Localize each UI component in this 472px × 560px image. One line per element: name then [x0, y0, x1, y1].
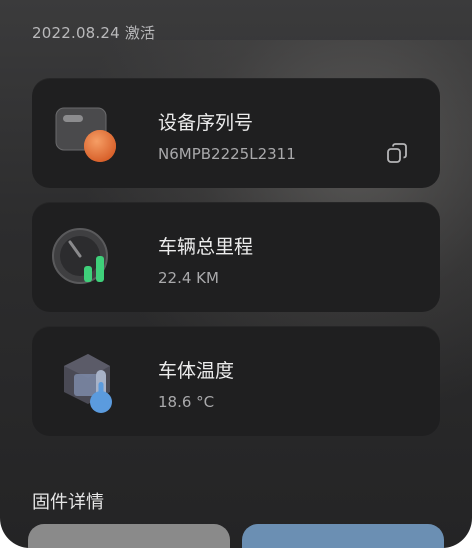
mileage-value: 22.4 KM — [158, 269, 219, 287]
activation-date-text: 2022.08.24 激活 — [32, 24, 156, 42]
serial-number-value: N6MPB2225L2311 — [158, 145, 296, 163]
copy-icon[interactable] — [386, 142, 408, 164]
mileage-label: 车辆总里程 — [158, 236, 254, 258]
serial-number-card: 设备序列号 N6MPB2225L2311 — [32, 78, 440, 188]
firmware-tile-left[interactable] — [28, 524, 230, 548]
firmware-tile-right[interactable] — [242, 524, 444, 548]
odometer-icon — [52, 228, 108, 284]
serial-number-label: 设备序列号 — [158, 112, 254, 134]
firmware-details-title: 固件详情 — [32, 492, 104, 513]
mileage-card: 车辆总里程 22.4 KM — [32, 202, 440, 312]
device-info-screen: 2022.08.24 激活 设备序列号 N6MPB2225L2311 车辆总里程… — [0, 0, 472, 548]
body-temperature-card: 车体温度 18.6 °C — [32, 326, 440, 436]
temperature-label: 车体温度 — [158, 360, 235, 382]
thermometer-icon — [64, 354, 112, 413]
device-serial-icon — [55, 107, 116, 162]
temperature-value: 18.6 °C — [158, 393, 215, 411]
